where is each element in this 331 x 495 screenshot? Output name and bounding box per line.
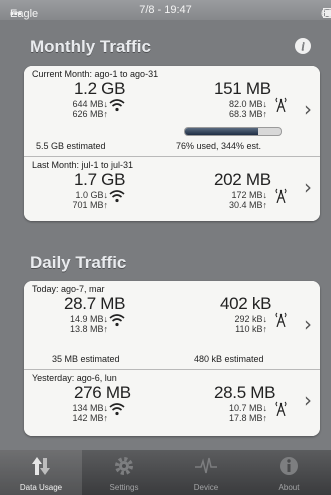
yesterday-wifi-up: 142 MB↑ xyxy=(72,413,108,423)
monthly-title: Monthly Traffic xyxy=(30,37,151,56)
tab-settings-label: Settings xyxy=(109,483,139,492)
tab-device-label: Device xyxy=(193,483,219,492)
chevron-right-icon: › xyxy=(304,97,312,121)
daily-card: Today: ago-7, mar 28.7 MB 14.9 MB↓ 13.8 … xyxy=(24,281,320,436)
tab-device[interactable]: Device xyxy=(165,450,247,495)
usage-progress-fill xyxy=(185,128,258,135)
monthly-section-header: Monthly Traffic i xyxy=(0,34,331,60)
tab-data-usage[interactable]: Data Usage xyxy=(0,450,82,495)
tab-bar: Data Usage Settings Device About xyxy=(0,450,331,495)
monthly-card: Current Month: ago-1 to ago-31 1.2 GB 64… xyxy=(24,66,320,221)
wifi-icon xyxy=(109,99,125,112)
last-cell-down: 172 MB↓ xyxy=(231,190,267,200)
last-month-row[interactable]: Last Month: jul-1 to jul-31 1.7 GB 1.0 G… xyxy=(24,156,320,221)
daily-section-header: Daily Traffic xyxy=(0,250,331,276)
today-cell-total: 402 kB xyxy=(220,294,272,313)
status-time: 7/8 - 19:47 xyxy=(139,4,192,16)
tab-about-label: About xyxy=(278,483,300,492)
cellular-tower-icon xyxy=(275,401,287,416)
last-wifi-total: 1.7 GB xyxy=(74,170,126,189)
yesterday-title: Yesterday: ago-6, lun xyxy=(32,373,117,383)
current-cell-up: 68.3 MB↑ xyxy=(228,109,267,119)
today-wifi-down: 14.9 MB↓ xyxy=(69,314,108,324)
status-bar: ▪▪▪ Eagle ◠ 7/8 - 19:47 60% xyxy=(0,0,331,21)
last-wifi-up: 701 MB↑ xyxy=(72,200,108,210)
yesterday-cell-total: 28.5 MB xyxy=(214,383,276,402)
usage-progress-bar xyxy=(184,127,282,136)
battery-icon xyxy=(323,8,331,18)
tab-settings[interactable]: Settings xyxy=(83,450,165,495)
today-cell-up: 110 kB↑ xyxy=(235,324,267,334)
tab-about[interactable]: About xyxy=(248,450,330,495)
last-cell-total: 202 MB xyxy=(214,170,271,189)
current-cell-total: 151 MB xyxy=(214,79,271,98)
daily-title: Daily Traffic xyxy=(30,253,127,272)
chevron-right-icon: › xyxy=(304,388,312,412)
yesterday-wifi-total: 276 MB xyxy=(74,383,131,402)
current-wifi-down: 644 MB↓ xyxy=(72,99,108,109)
current-cell-down: 82.0 MB↓ xyxy=(228,99,267,109)
yesterday-cell-down: 10.7 MB↓ xyxy=(228,403,267,413)
current-wifi-total: 1.2 GB xyxy=(74,79,126,98)
cellular-tower-icon xyxy=(275,97,287,112)
last-month-title: Last Month: jul-1 to jul-31 xyxy=(32,160,134,170)
chevron-right-icon: › xyxy=(304,312,312,336)
last-cell-up: 30.4 MB↑ xyxy=(228,200,267,210)
chevron-right-icon: › xyxy=(304,175,312,199)
cellular-tower-icon xyxy=(275,188,287,203)
yesterday-row[interactable]: Yesterday: ago-6, lun 276 MB 134 MB↓ 142… xyxy=(24,369,320,436)
current-wifi-estimated: 5.5 GB estimated xyxy=(36,141,106,151)
current-month-row[interactable]: Current Month: ago-1 to ago-31 1.2 GB 64… xyxy=(24,66,320,156)
wifi-icon xyxy=(109,403,125,416)
today-wifi-estimated: 35 MB estimated xyxy=(52,354,120,364)
pulse-icon xyxy=(195,457,217,474)
current-month-title: Current Month: ago-1 to ago-31 xyxy=(32,69,159,79)
today-row[interactable]: Today: ago-7, mar 28.7 MB 14.9 MB↓ 13.8 … xyxy=(24,281,320,369)
today-title: Today: ago-7, mar xyxy=(32,284,105,294)
wifi-icon xyxy=(109,314,125,327)
current-wifi-up: 626 MB↑ xyxy=(72,109,108,119)
data-usage-icon xyxy=(32,457,50,475)
current-usage-text: 76% used, 344% est. xyxy=(176,141,262,151)
today-cell-down: 292 kB↓ xyxy=(234,314,267,324)
info-button[interactable]: i xyxy=(295,38,311,54)
yesterday-wifi-down: 134 MB↓ xyxy=(72,403,108,413)
last-wifi-down: 1.0 GB↓ xyxy=(75,190,108,200)
wifi-icon xyxy=(109,190,125,203)
today-cell-estimated: 480 kB estimated xyxy=(194,354,264,364)
yesterday-cell-up: 17.8 MB↑ xyxy=(228,413,267,423)
today-wifi-up: 13.8 MB↑ xyxy=(69,324,108,334)
gear-icon xyxy=(115,457,133,475)
info-icon xyxy=(280,457,298,475)
today-wifi-total: 28.7 MB xyxy=(64,294,126,313)
cellular-tower-icon xyxy=(275,312,287,327)
tab-data-usage-label: Data Usage xyxy=(19,483,63,492)
